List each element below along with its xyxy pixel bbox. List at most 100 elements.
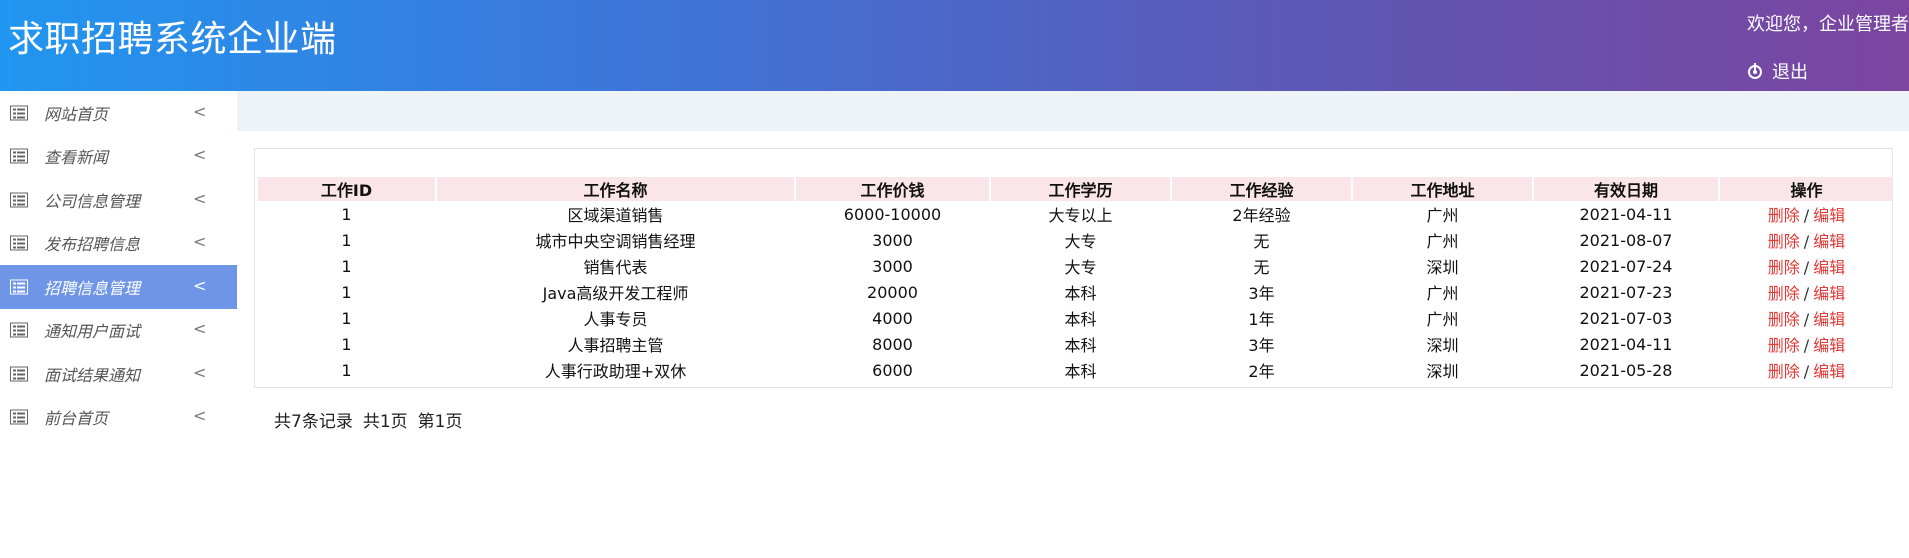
chevron-left-icon: < — [193, 362, 207, 382]
cell-exp: 1年 — [1248, 310, 1275, 329]
cell-price: 20000 — [867, 282, 918, 302]
cell-exp: 无 — [1253, 232, 1270, 251]
table-row: 1 销售代表 3000 大专 无 深圳 2021-07-24 删除 / 编辑 — [258, 253, 1893, 279]
table-row: 1 人事行政助理+双休 6000 本科 2年 深圳 2021-05-28 删除 /… — [258, 357, 1893, 383]
table-row: 1 区域渠道销售 6000-10000 大专以上 2年经验 广州 2021-04… — [258, 201, 1893, 227]
column-header: 工作价钱 — [796, 177, 989, 201]
sidebar-item-company-info[interactable]: 公司信息管理 < — [0, 178, 237, 222]
chevron-left-icon: < — [193, 406, 207, 426]
content-topbar — [237, 91, 1909, 131]
cell-price: 3000 — [872, 256, 913, 276]
logout-label: 退出 — [1772, 62, 1808, 83]
cell-price: 6000-10000 — [843, 204, 942, 224]
cell-addr: 广州 — [1426, 232, 1459, 251]
column-header: 工作ID — [258, 177, 435, 201]
delete-link[interactable]: 删除 — [1768, 206, 1800, 225]
sidebar-item-label: 网站首页 — [44, 104, 109, 124]
delete-link[interactable]: 删除 — [1768, 362, 1800, 381]
table-icon — [10, 322, 28, 338]
delete-link[interactable]: 删除 — [1768, 310, 1800, 329]
job-table-card: 工作ID 工作名称 工作价钱 工作学历 工作经验 工作地址 有效日期 操作 1 … — [254, 148, 1893, 388]
action-separator: / — [1803, 232, 1810, 251]
edit-link[interactable]: 编辑 — [1813, 336, 1845, 355]
table-icon — [10, 192, 28, 208]
table-row: 1 Java高级开发工程师 20000 本科 3年 广州 2021-07-23 … — [258, 279, 1893, 305]
sidebar-item-label: 通知用户面试 — [44, 322, 141, 342]
cell-exp: 无 — [1253, 258, 1270, 277]
sidebar-item-label: 面试结果通知 — [44, 365, 141, 385]
cell-addr: 广州 — [1426, 310, 1459, 329]
cell-id: 1 — [341, 282, 352, 302]
table-icon — [10, 409, 28, 425]
sidebar-item-frontpage[interactable]: 前台首页 < — [0, 396, 237, 440]
cell-actions: 删除 / 编辑 — [1720, 253, 1893, 279]
cell-name: 区域渠道销售 — [567, 206, 664, 225]
sidebar-item-interview-result[interactable]: 面试结果通知 < — [0, 352, 237, 396]
cell-id: 1 — [341, 230, 352, 250]
action-separator: / — [1803, 310, 1810, 329]
cell-date: 2021-04-11 — [1579, 204, 1673, 224]
sidebar-item-label: 招聘信息管理 — [44, 278, 141, 298]
app-title: 求职招聘系统企业端 — [8, 19, 337, 60]
cell-edu: 本科 — [1064, 310, 1097, 329]
cell-addr: 深圳 — [1426, 362, 1459, 381]
action-separator: / — [1803, 258, 1810, 277]
column-header: 工作地址 — [1353, 177, 1532, 201]
cell-name: Java高级开发工程师 — [542, 284, 689, 303]
logout-button[interactable]: 退出 — [1746, 58, 1808, 84]
sidebar: 网站首页 < 查看新闻 < 公司信息管理 < 发布招聘信息 < 招聘信息管理 <… — [0, 91, 237, 558]
cell-addr: 深圳 — [1426, 258, 1459, 277]
edit-link[interactable]: 编辑 — [1813, 362, 1845, 381]
cell-actions: 删除 / 编辑 — [1720, 331, 1893, 357]
cell-date: 2021-08-07 — [1579, 230, 1673, 250]
action-separator: / — [1803, 284, 1810, 303]
table-row: 1 人事专员 4000 本科 1年 广州 2021-07-03 删除 / 编辑 — [258, 305, 1893, 331]
cell-price: 3000 — [872, 230, 913, 250]
delete-link[interactable]: 删除 — [1768, 258, 1800, 277]
cell-addr: 广州 — [1426, 206, 1459, 225]
sidebar-item-post-job[interactable]: 发布招聘信息 < — [0, 222, 237, 266]
sidebar-item-home[interactable]: 网站首页 < — [0, 91, 237, 135]
cell-date: 2021-05-28 — [1579, 360, 1673, 380]
cell-id: 1 — [341, 256, 352, 276]
table-row: 1 人事招聘主管 8000 本科 3年 深圳 2021-04-11 删除 / 编辑 — [258, 331, 1893, 357]
delete-link[interactable]: 删除 — [1768, 232, 1800, 251]
cell-date: 2021-04-11 — [1579, 334, 1673, 354]
table-icon — [10, 235, 28, 251]
chevron-left-icon: < — [193, 101, 207, 121]
cell-actions: 删除 / 编辑 — [1720, 227, 1893, 253]
table-icon — [10, 105, 28, 121]
sidebar-item-label: 查看新闻 — [44, 148, 109, 168]
delete-link[interactable]: 删除 — [1768, 336, 1800, 355]
sidebar-item-job-management[interactable]: 招聘信息管理 < — [0, 265, 237, 309]
cell-date: 2021-07-03 — [1579, 308, 1673, 328]
sidebar-item-news[interactable]: 查看新闻 < — [0, 135, 237, 179]
column-header: 工作学历 — [991, 177, 1170, 201]
edit-link[interactable]: 编辑 — [1813, 284, 1845, 303]
cell-name: 销售代表 — [583, 258, 648, 277]
chevron-left-icon: < — [193, 145, 207, 165]
table-icon — [10, 279, 28, 295]
cell-actions: 删除 / 编辑 — [1720, 279, 1893, 305]
chevron-left-icon: < — [193, 232, 207, 252]
edit-link[interactable]: 编辑 — [1813, 258, 1845, 277]
column-header: 有效日期 — [1534, 177, 1718, 201]
sidebar-item-interview-notice[interactable]: 通知用户面试 < — [0, 309, 237, 353]
column-header: 工作经验 — [1172, 177, 1351, 201]
cell-actions: 删除 / 编辑 — [1720, 305, 1893, 331]
delete-link[interactable]: 删除 — [1768, 284, 1800, 303]
edit-link[interactable]: 编辑 — [1813, 206, 1845, 225]
cell-exp: 2年 — [1248, 362, 1275, 381]
cell-id: 1 — [341, 360, 352, 380]
cell-exp: 2年经验 — [1232, 206, 1291, 225]
cell-edu: 大专以上 — [1048, 206, 1113, 225]
chevron-left-icon: < — [193, 319, 207, 339]
edit-link[interactable]: 编辑 — [1813, 232, 1845, 251]
job-table: 工作ID 工作名称 工作价钱 工作学历 工作经验 工作地址 有效日期 操作 1 … — [256, 177, 1895, 383]
edit-link[interactable]: 编辑 — [1813, 310, 1845, 329]
action-separator: / — [1803, 336, 1810, 355]
cell-exp: 3年 — [1248, 336, 1275, 355]
welcome-text: 欢迎您，企业管理者 — [1747, 14, 1909, 35]
table-icon — [10, 148, 28, 164]
cell-addr: 广州 — [1426, 284, 1459, 303]
